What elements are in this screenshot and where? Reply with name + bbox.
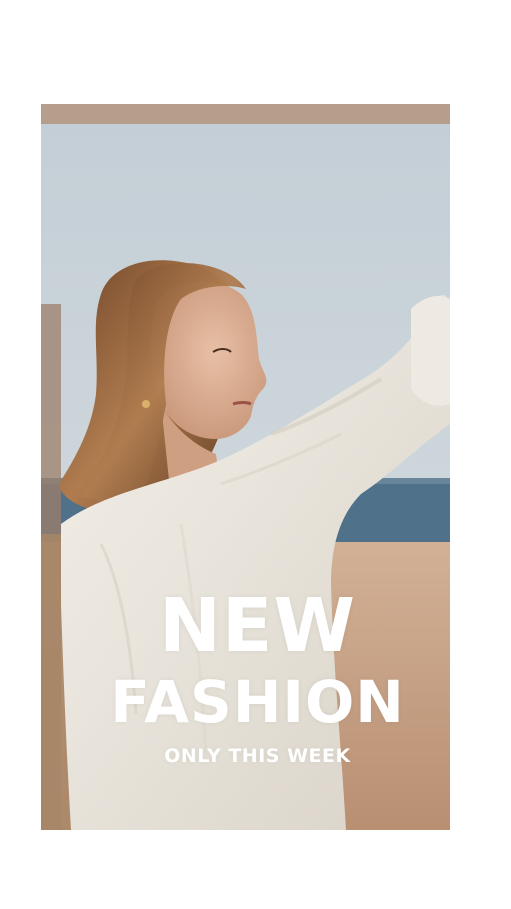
tagline: ONLY THIS WEEK [164, 745, 351, 767]
headline-new: NEW [158, 583, 357, 669]
fashion-poster: NEW FASHION ONLY THIS WEEK [41, 104, 450, 830]
headline-fashion: FASHION [110, 668, 405, 736]
